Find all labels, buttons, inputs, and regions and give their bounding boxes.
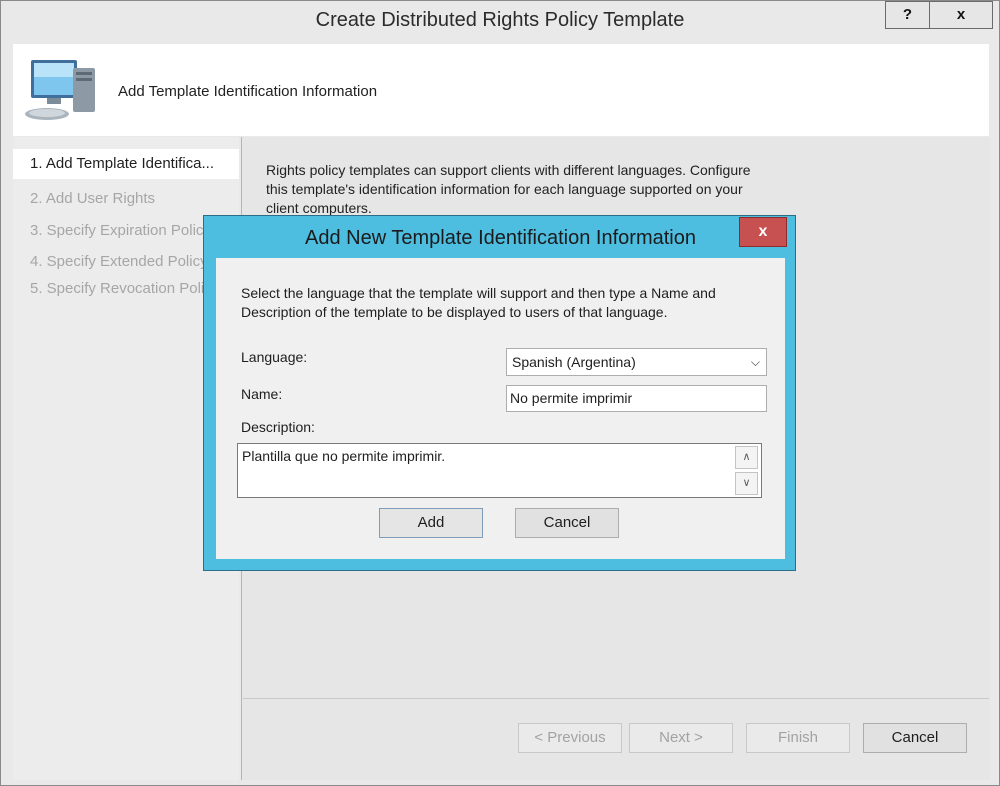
title-bar: Create Distributed Rights Policy Templat…: [1, 1, 999, 43]
dialog-cancel-button[interactable]: Cancel: [515, 508, 619, 538]
help-button[interactable]: ?: [885, 1, 930, 29]
dialog-intro: Select the language that the template wi…: [241, 285, 716, 320]
name-label: Name:: [241, 386, 283, 402]
description-textarea[interactable]: Plantilla que no permite imprimir.: [237, 443, 762, 498]
add-button[interactable]: Add: [379, 508, 483, 538]
step-2: 2. Add User Rights: [30, 190, 156, 207]
step-1[interactable]: 1. Add Template Identifica...: [30, 155, 236, 172]
next-button[interactable]: Next >: [629, 723, 733, 753]
window-title: Create Distributed Rights Policy Templat…: [315, 9, 685, 31]
step-3: 3. Specify Expiration Policy: [30, 222, 206, 239]
computer-icon: [25, 60, 95, 120]
header-title: Add Template Identification Information: [118, 83, 378, 100]
scroll-up-icon[interactable]: ∧: [735, 446, 758, 469]
language-label: Language:: [241, 349, 308, 365]
page-intro: Rights policy templates can support clie…: [266, 162, 751, 216]
name-input[interactable]: No permite imprimir: [506, 385, 767, 412]
language-select[interactable]: Spanish (Argentina) ⌵: [506, 348, 767, 376]
scroll-down-icon[interactable]: ∨: [735, 472, 758, 495]
language-value: Spanish (Argentina): [512, 354, 636, 370]
dialog-close-button[interactable]: x: [739, 217, 787, 247]
close-button[interactable]: x: [929, 1, 993, 29]
chevron-down-icon[interactable]: ⌵: [751, 349, 760, 375]
step-4: 4. Specify Extended Policy: [30, 253, 206, 270]
finish-button[interactable]: Finish: [746, 723, 850, 753]
description-label: Description:: [241, 419, 315, 435]
step-5: 5. Specify Revocation Policy: [30, 280, 206, 297]
dialog-title: Add New Template Identification Informat…: [305, 227, 696, 249]
cancel-button[interactable]: Cancel: [863, 723, 967, 753]
previous-button[interactable]: < Previous: [518, 723, 622, 753]
footer-divider: [243, 698, 989, 699]
